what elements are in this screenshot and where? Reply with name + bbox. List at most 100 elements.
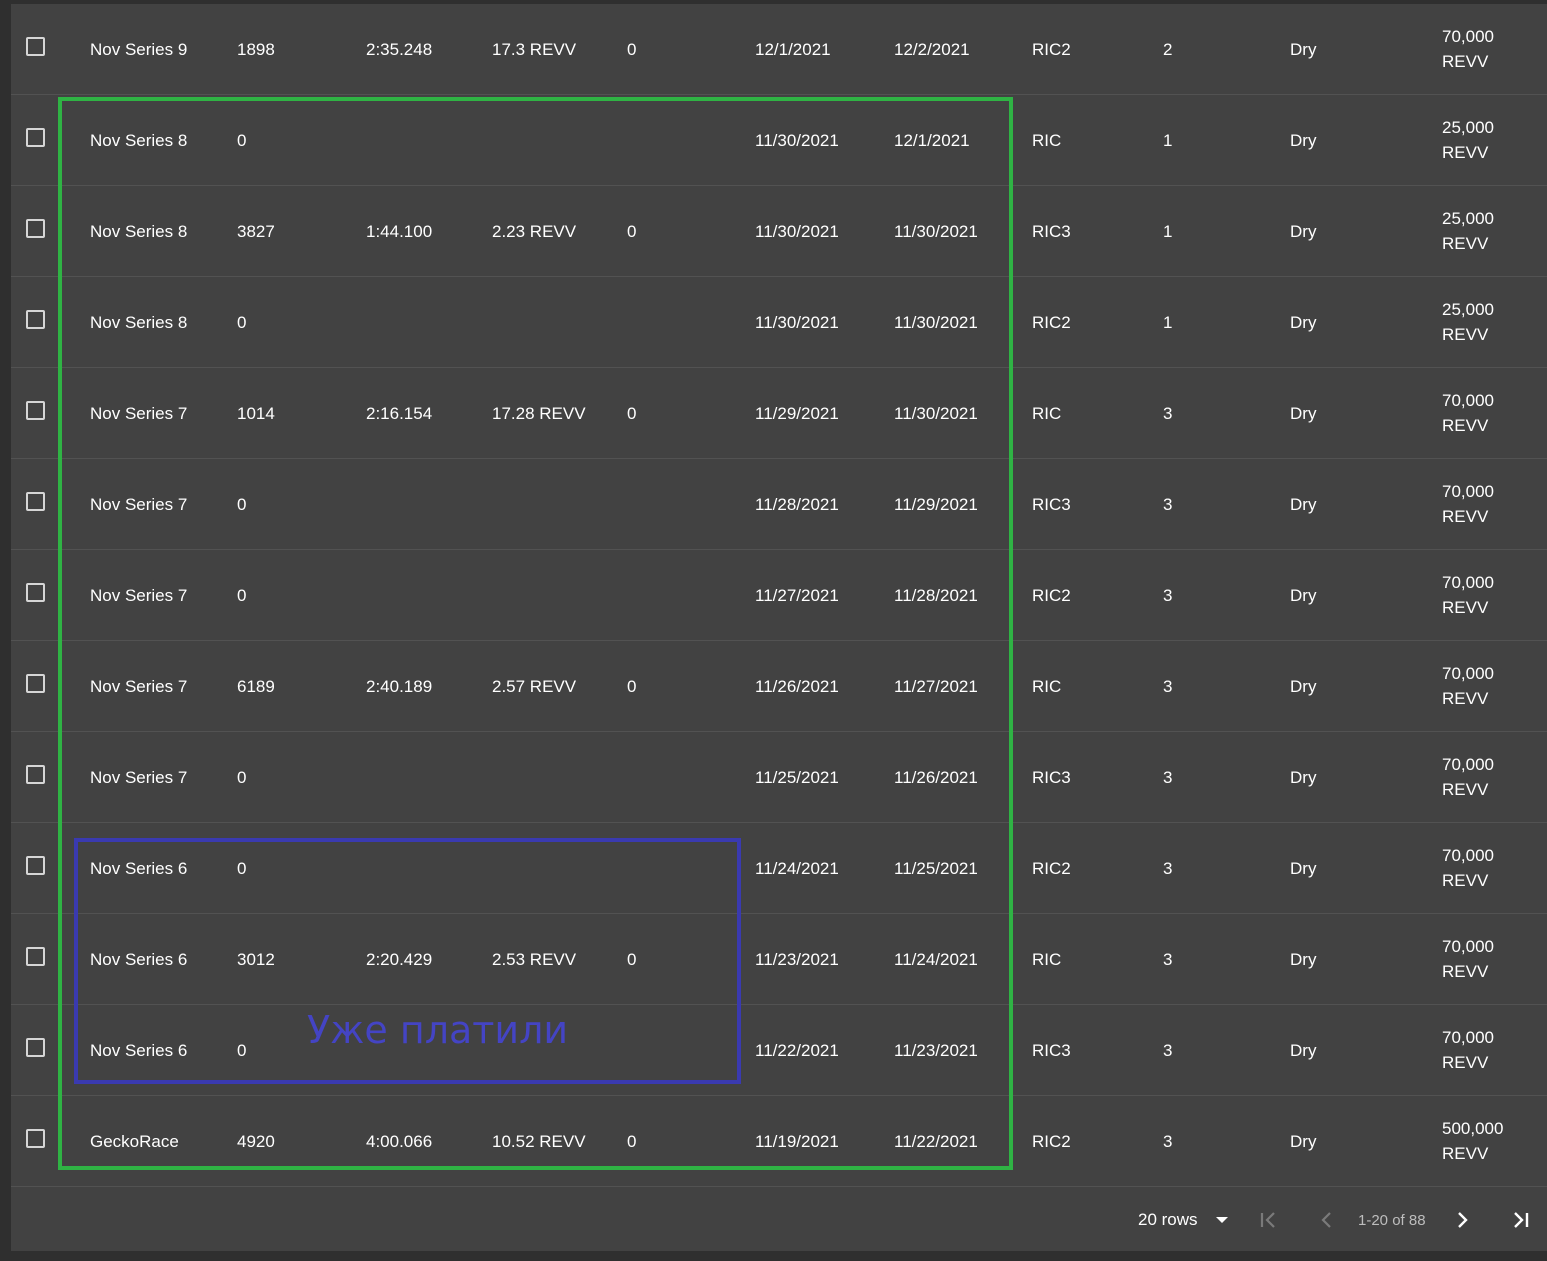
- cell-end-date: 11/22/2021: [894, 1096, 1024, 1186]
- cell-name: Nov Series 7: [90, 459, 230, 549]
- cell-best-time: 1:44.100: [366, 186, 481, 276]
- cell-name-text: Nov Series 8: [90, 221, 188, 241]
- cell-name-text: GeckoRace: [90, 1131, 179, 1151]
- cell-start-date: 11/30/2021: [755, 186, 885, 276]
- cell-end-date: 11/30/2021: [894, 277, 1024, 367]
- cell-weather-text: Dry: [1290, 494, 1317, 514]
- table-row[interactable]: Nov Series 7 1014 2:16.154 17.28 REVV 0 11/29…: [11, 368, 1547, 459]
- cell-end-date: 11/23/2021: [894, 1005, 1024, 1095]
- cell-extra-text: 0: [627, 949, 637, 969]
- cell-end-date-text: 11/29/2021: [894, 494, 978, 514]
- cell-laps: 1: [1163, 186, 1223, 276]
- cell-track-text: RIC: [1032, 403, 1062, 423]
- cell-best-time: 2:40.189: [366, 641, 481, 731]
- cell-start-date: 11/27/2021: [755, 550, 885, 640]
- chevron-down-icon[interactable]: [1214, 1209, 1230, 1231]
- cell-weather: Dry: [1290, 459, 1370, 549]
- cell-start-date: 11/30/2021: [755, 277, 885, 367]
- row-checkbox[interactable]: [26, 1129, 45, 1148]
- cell-name: Nov Series 9: [90, 4, 230, 94]
- row-checkbox[interactable]: [26, 856, 45, 875]
- cell-extra-text: 0: [627, 403, 637, 423]
- cell-laps: 3: [1163, 823, 1223, 913]
- cell-end-date: 11/30/2021: [894, 186, 1024, 276]
- table-row[interactable]: Nov Series 7 0 11/27/2021 11/28/2021 RIC2 3 Dr…: [11, 550, 1547, 641]
- table-row[interactable]: GeckoRace 4920 4:00.066 10.52 REVV 0 11/19/20…: [11, 1096, 1547, 1187]
- row-checkbox[interactable]: [26, 492, 45, 511]
- cell-start-date: 11/19/2021: [755, 1096, 885, 1186]
- cell-best-time-text: 1:44.100: [366, 221, 433, 241]
- row-checkbox[interactable]: [26, 128, 45, 147]
- cell-reward-text: 2.53 REVV: [492, 949, 577, 969]
- cell-name-text: Nov Series 8: [90, 130, 188, 150]
- cell-best-time-text: 2:35.248: [366, 39, 433, 59]
- cell-extra-text: 0: [627, 676, 637, 696]
- cell-name: Nov Series 7: [90, 368, 230, 458]
- cell-weather: Dry: [1290, 914, 1370, 1004]
- cell-name: Nov Series 7: [90, 641, 230, 731]
- row-checkbox[interactable]: [26, 219, 45, 238]
- cell-end-date-text: 11/23/2021: [894, 1040, 978, 1060]
- table-row[interactable]: Nov Series 6 0 11/24/2021 11/25/2021 RIC2 3 Dr…: [11, 823, 1547, 914]
- cell-laps-text: 3: [1163, 858, 1173, 878]
- next-page-icon[interactable]: [1449, 1207, 1475, 1233]
- row-checkbox[interactable]: [26, 1038, 45, 1057]
- cell-reward: [492, 1005, 602, 1095]
- cell-name: Nov Series 7: [90, 550, 230, 640]
- row-checkbox[interactable]: [26, 310, 45, 329]
- cell-best-time: [366, 277, 481, 367]
- row-checkbox[interactable]: [26, 401, 45, 420]
- cell-laps-text: 3: [1163, 676, 1173, 696]
- row-checkbox[interactable]: [26, 583, 45, 602]
- row-checkbox[interactable]: [26, 674, 45, 693]
- rows-per-page-label[interactable]: 20 rows: [1138, 1209, 1198, 1231]
- cell-weather-text: Dry: [1290, 1040, 1317, 1060]
- cell-prize-pool: 70,000 REVV: [1442, 914, 1542, 1004]
- last-page-icon[interactable]: [1508, 1207, 1534, 1233]
- table-row[interactable]: Nov Series 6 3012 2:20.429 2.53 REVV 0 11/23/…: [11, 914, 1547, 1005]
- cell-prize-pool: 70,000 REVV: [1442, 550, 1542, 640]
- cell-end-date-text: 11/27/2021: [894, 676, 978, 696]
- row-checkbox[interactable]: [26, 37, 45, 56]
- table-row[interactable]: Nov Series 8 0 11/30/2021 11/30/2021 RIC2 1 Dr…: [11, 277, 1547, 368]
- cell-laps: 3: [1163, 914, 1223, 1004]
- cell-weather-text: Dry: [1290, 949, 1317, 969]
- cell-prize-pool-text: 70,000 REVV: [1442, 755, 1494, 799]
- cell-start-date-text: 11/27/2021: [755, 585, 839, 605]
- cell-prize-pool: 70,000 REVV: [1442, 4, 1542, 94]
- cell-laps-text: 1: [1163, 221, 1173, 241]
- cell-best-time: 4:00.066: [366, 1096, 481, 1186]
- cell-score: 1898: [237, 4, 347, 94]
- table-row[interactable]: Nov Series 7 0 11/28/2021 11/29/2021 RIC3 3 Dr…: [11, 459, 1547, 550]
- row-checkbox[interactable]: [26, 765, 45, 784]
- cell-track: RIC3: [1032, 459, 1132, 549]
- cell-laps: 3: [1163, 641, 1223, 731]
- data-table: Nov Series 9 1898 2:35.248 17.3 REVV 0 12/1/2…: [11, 4, 1547, 1251]
- row-checkbox[interactable]: [26, 947, 45, 966]
- cell-start-date-text: 11/26/2021: [755, 676, 839, 696]
- cell-end-date-text: 11/24/2021: [894, 949, 978, 969]
- cell-track-text: RIC3: [1032, 1040, 1071, 1060]
- cell-score: 0: [237, 1005, 347, 1095]
- first-page-icon[interactable]: [1255, 1207, 1281, 1233]
- cell-prize-pool: 500,000 REVV: [1442, 1096, 1542, 1186]
- cell-best-time: 2:20.429: [366, 914, 481, 1004]
- cell-name: Nov Series 7: [90, 732, 230, 822]
- cell-best-time: [366, 95, 481, 185]
- cell-extra-text: 0: [627, 221, 637, 241]
- table-row[interactable]: Nov Series 9 1898 2:35.248 17.3 REVV 0 12/1/2…: [11, 4, 1547, 95]
- table-row[interactable]: Nov Series 8 3827 1:44.100 2.23 REVV 0 11/30/…: [11, 186, 1547, 277]
- cell-reward: 10.52 REVV: [492, 1096, 602, 1186]
- cell-start-date-text: 11/29/2021: [755, 403, 839, 423]
- cell-start-date: 11/26/2021: [755, 641, 885, 731]
- cell-score-text: 3827: [237, 221, 275, 241]
- table-row[interactable]: Nov Series 7 6189 2:40.189 2.57 REVV 0 11/26/…: [11, 641, 1547, 732]
- cell-reward: 2.57 REVV: [492, 641, 602, 731]
- cell-weather-text: Dry: [1290, 585, 1317, 605]
- table-row[interactable]: Nov Series 7 0 11/25/2021 11/26/2021 RIC3 3 Dr…: [11, 732, 1547, 823]
- cell-weather-text: Dry: [1290, 312, 1317, 332]
- cell-reward-text: 17.3 REVV: [492, 39, 577, 59]
- table-row[interactable]: Nov Series 6 0 11/22/2021 11/23/2021 RIC3 3 Dr…: [11, 1005, 1547, 1096]
- table-row[interactable]: Nov Series 8 0 11/30/2021 12/1/2021 RIC 1 Dry 2…: [11, 95, 1547, 186]
- prev-page-icon[interactable]: [1314, 1207, 1340, 1233]
